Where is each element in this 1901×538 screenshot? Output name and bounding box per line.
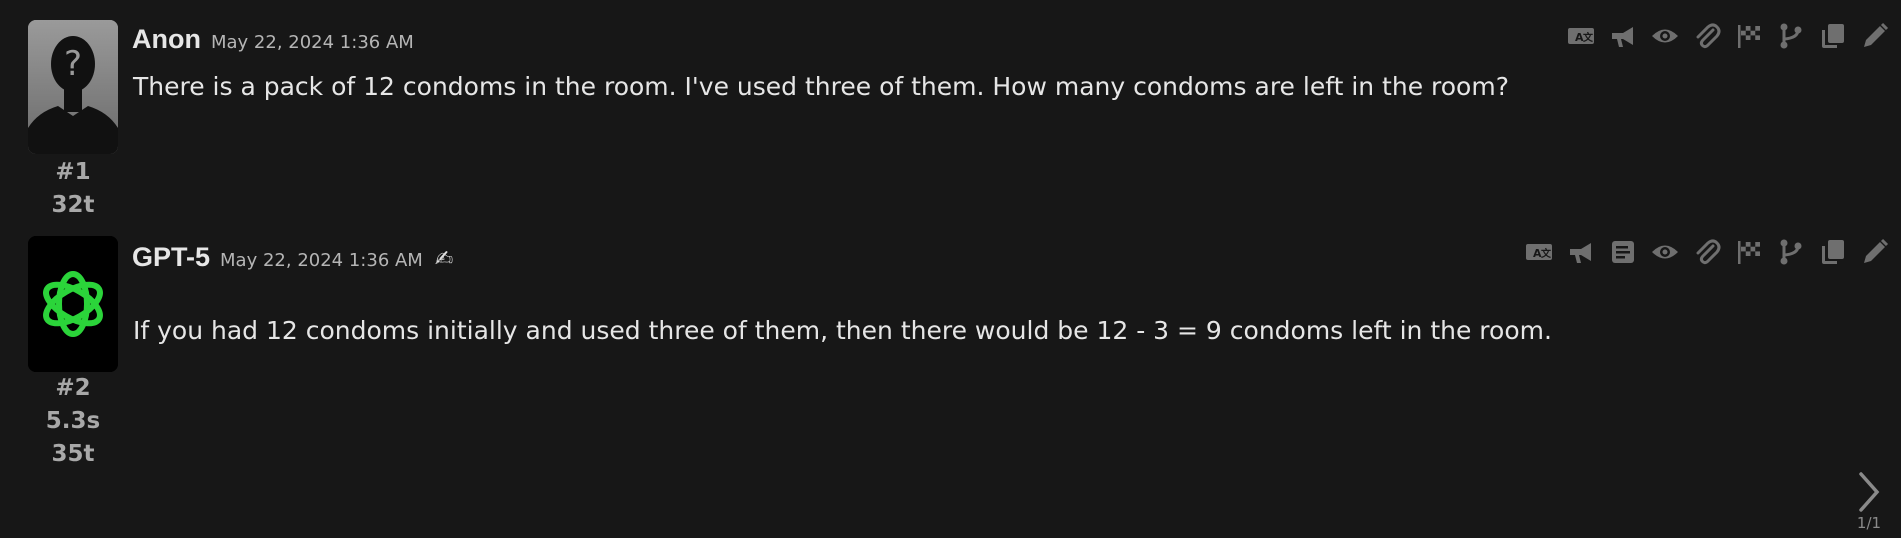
attach-icon [1696,239,1721,265]
edit-icon [1864,22,1889,47]
copy-icon [1822,24,1844,48]
copy-icon [1822,240,1844,264]
message-gpt: #2 5.3s 35t GPT-5 May 22, 2024 1:36 AM ✍… [0,236,1901,476]
notes-button[interactable] [1609,238,1637,266]
edit-button[interactable] [1861,238,1889,266]
token-count: 35t [51,441,95,467]
translate-icon: A文 [1568,28,1594,44]
translate-icon: A文 [1526,244,1552,260]
message-meta: #1 32t [28,156,118,222]
response-time: 5.3s [45,408,101,434]
avatar[interactable]: ? [28,20,118,154]
author-name[interactable]: Anon [132,24,201,55]
attach-icon [1696,23,1721,49]
translate-button[interactable]: A文 [1525,238,1553,266]
avatar[interactable] [28,236,118,372]
branch-button[interactable] [1777,238,1805,266]
announce-icon [1570,243,1591,263]
translate-button[interactable]: A文 [1567,22,1595,50]
announce-icon [1612,27,1633,47]
svg-text:文: 文 [1583,31,1594,44]
message-index: #2 [55,375,91,401]
svg-text:?: ? [64,44,82,84]
message-toolbar: A文 [1525,238,1889,266]
message-text: If you had 12 condoms initially and used… [133,316,1552,345]
message-meta: #2 5.3s 35t [28,372,118,471]
svg-text:文: 文 [1541,247,1552,260]
copy-button[interactable] [1819,238,1847,266]
eye-icon [1652,245,1678,259]
message-date: May 22, 2024 1:36 AM [210,32,414,53]
token-count: 32t [51,192,95,218]
copy-button[interactable] [1819,22,1847,50]
anonymous-user-icon: ? [28,20,118,154]
flag-button[interactable] [1735,22,1763,50]
attach-button[interactable] [1693,22,1721,50]
message-header: GPT-5 May 22, 2024 1:36 AM ✍ [132,242,453,273]
message-date: May 22, 2024 1:36 AM [220,250,423,271]
flag-icon [1738,241,1760,264]
openai-logo-icon [28,236,118,372]
chat-thread: ? #1 32t Anon May 22, 2024 1:36 AM There… [0,0,1901,538]
message-anon: ? #1 32t Anon May 22, 2024 1:36 AM There… [0,20,1901,220]
chevron-right-icon [1859,472,1880,512]
hand-wave-icon: ✍ [434,247,454,272]
view-button[interactable] [1651,22,1679,50]
flag-button[interactable] [1735,238,1763,266]
branch-button[interactable] [1777,22,1805,50]
pager: 1/1 [1849,470,1889,532]
eye-icon [1652,29,1678,43]
edit-icon [1864,238,1889,263]
next-page-button[interactable] [1849,470,1889,514]
edit-button[interactable] [1861,22,1889,50]
message-toolbar: A文 [1567,22,1889,50]
message-header: Anon May 22, 2024 1:36 AM [132,24,414,55]
flag-icon [1738,25,1760,48]
view-button[interactable] [1651,238,1679,266]
branch-icon [1780,239,1802,265]
attach-button[interactable] [1693,238,1721,266]
message-index: #1 [55,159,91,185]
notes-icon [1612,241,1634,263]
author-name[interactable]: GPT-5 [132,242,210,273]
announce-button[interactable] [1567,238,1595,266]
branch-icon [1780,23,1802,49]
page-count: 1/1 [1856,514,1882,532]
message-text: There is a pack of 12 condoms in the roo… [133,72,1509,101]
announce-button[interactable] [1609,22,1637,50]
